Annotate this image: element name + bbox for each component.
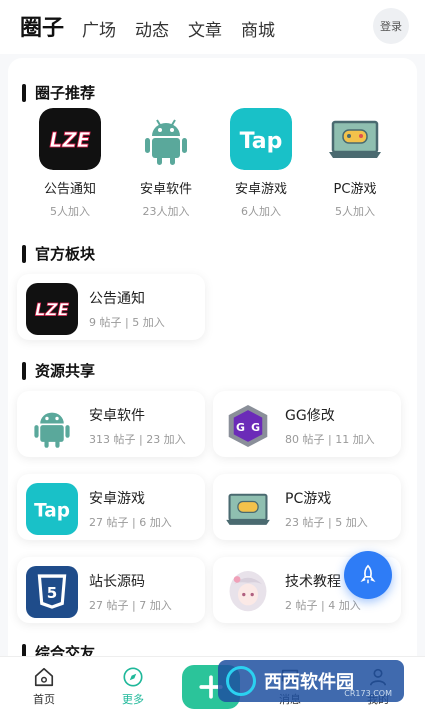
section-bar	[22, 244, 26, 263]
card-stats: 27 帖子 | 7 加入	[89, 599, 172, 612]
card-stats: 27 帖子 | 6 加入	[89, 516, 172, 529]
section-label: 资源共享	[35, 362, 96, 380]
section-bar	[22, 643, 26, 656]
watermark-text: 西西软件园	[264, 672, 354, 693]
android-icon	[26, 400, 78, 452]
recommend-item-announcements[interactable]: LZE 公告通知 5人加入	[24, 108, 116, 219]
official-card-announcements[interactable]: LZE 公告通知 9 帖子 | 5 加入	[17, 274, 205, 340]
svg-text:G: G	[251, 421, 260, 434]
home-icon	[14, 663, 74, 691]
section-label: 圈子推荐	[35, 84, 96, 102]
recommend-count: 23人加入	[142, 205, 190, 218]
resource-card-android-software[interactable]: 安卓软件 313 帖子 | 23 加入	[17, 391, 205, 457]
card-name: GG修改	[285, 408, 335, 424]
watermark-logo-icon	[226, 666, 256, 696]
tab-square[interactable]: 广场	[82, 16, 116, 41]
taptap-icon: Tap	[26, 483, 78, 535]
recommend-count: 6人加入	[241, 205, 281, 218]
android-icon	[135, 108, 197, 170]
section-title-recommend: 圈子推荐	[22, 82, 95, 103]
section-bar	[22, 83, 26, 102]
card-name: 公告通知	[89, 291, 145, 307]
taptap-icon: Tap	[230, 108, 292, 170]
recommend-item-pc-games[interactable]: PC游戏 5人加入	[309, 108, 401, 219]
card-stats: 23 帖子 | 5 加入	[285, 516, 368, 529]
section-title-general: 综合交友	[22, 642, 95, 656]
resource-card-site-source[interactable]: 5 站长源码 27 帖子 | 7 加入	[17, 557, 205, 623]
recommend-name: 安卓软件	[139, 182, 192, 197]
recommend-name: 公告通知	[43, 182, 96, 197]
tab-mall[interactable]: 商城	[241, 16, 275, 41]
watermark-subtext: CR173.COM	[344, 689, 392, 698]
recommend-name: 安卓游戏	[234, 182, 287, 197]
tab-label: 首页	[33, 693, 55, 706]
card-stats: 2 帖子 | 4 加入	[285, 599, 361, 612]
resource-card-android-games[interactable]: Tap 安卓游戏 27 帖子 | 6 加入	[17, 474, 205, 540]
recommend-count: 5人加入	[335, 205, 375, 218]
anime-avatar-icon	[222, 566, 274, 618]
rocket-icon	[360, 564, 376, 584]
rocket-fab-button[interactable]	[344, 551, 392, 599]
section-label: 综合交友	[35, 644, 96, 656]
lze-logo-icon: LZE	[26, 283, 78, 335]
svg-text:G: G	[236, 421, 245, 434]
tab-articles[interactable]: 文章	[188, 16, 222, 41]
svg-text:Tap: Tap	[240, 129, 283, 154]
tab-label: 更多	[122, 693, 144, 706]
tab-more[interactable]: 更多	[103, 663, 163, 707]
card-name: 站长源码	[89, 574, 145, 590]
svg-text:Tap: Tap	[34, 501, 70, 522]
pc-game-icon	[324, 108, 386, 170]
brand-title: 圈子	[20, 16, 65, 41]
svg-text:LZE: LZE	[50, 128, 91, 152]
recommend-name: PC游戏	[333, 182, 377, 197]
recommend-item-android-software[interactable]: 安卓软件 23人加入	[120, 108, 212, 219]
lze-logo-icon: LZE	[39, 108, 101, 170]
card-name: 技术教程	[285, 574, 341, 590]
svg-text:LZE: LZE	[35, 300, 70, 320]
resource-card-gg-mod[interactable]: GG GG修改 80 帖子 | 11 加入	[213, 391, 401, 457]
recommend-count: 5人加入	[50, 205, 90, 218]
card-stats: 9 帖子 | 5 加入	[89, 316, 165, 329]
compass-icon	[103, 663, 163, 691]
card-name: 安卓游戏	[89, 491, 145, 507]
tab-dynamics[interactable]: 动态	[135, 16, 169, 41]
login-button[interactable]: 登录	[373, 8, 409, 44]
gg-icon: GG	[222, 400, 274, 452]
card-stats: 313 帖子 | 23 加入	[89, 433, 186, 446]
svg-text:5: 5	[47, 584, 58, 602]
watermark-overlay: 西西软件园 CR173.COM	[218, 660, 404, 702]
section-title-resources: 资源共享	[22, 360, 95, 381]
section-title-official: 官方板块	[22, 243, 95, 264]
pc-game-icon	[222, 483, 274, 535]
top-bar: 圈子 广场 动态 文章 商城 登录	[0, 0, 425, 54]
section-label: 官方板块	[35, 245, 96, 263]
card-stats: 80 帖子 | 11 加入	[285, 433, 375, 446]
section-bar	[22, 361, 26, 380]
resource-card-pc-games[interactable]: PC游戏 23 帖子 | 5 加入	[213, 474, 401, 540]
html5-icon: 5	[26, 566, 78, 618]
recommend-item-android-games[interactable]: Tap 安卓游戏 6人加入	[215, 108, 307, 219]
tab-home[interactable]: 首页	[14, 663, 74, 707]
card-name: PC游戏	[285, 491, 332, 507]
card-name: 安卓软件	[89, 408, 145, 424]
